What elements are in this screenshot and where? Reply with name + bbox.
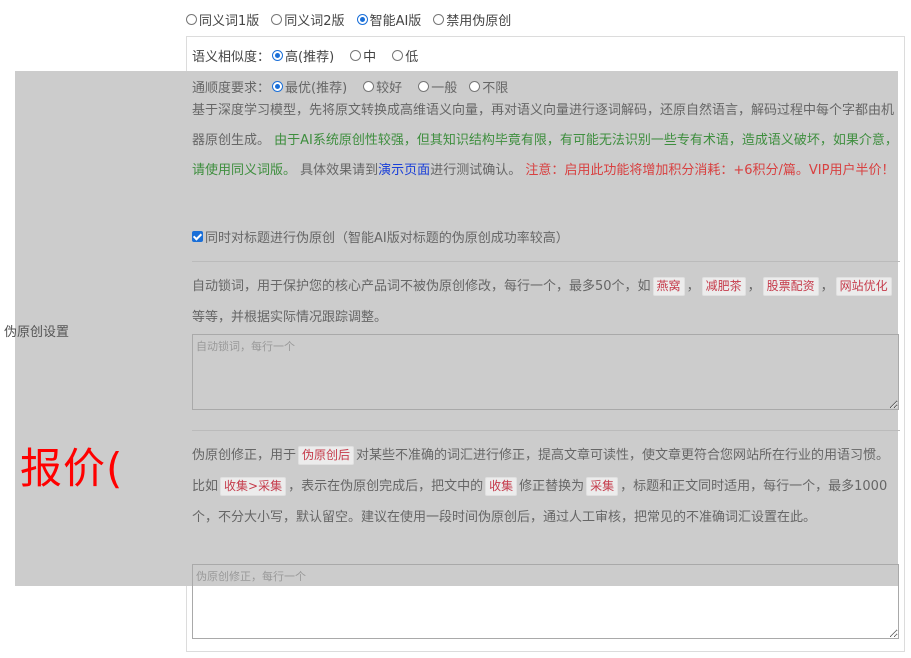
radio-icon[interactable] (363, 81, 375, 92)
radio-icon[interactable] (186, 13, 197, 25)
correction-tag: 伪原创后 (298, 446, 355, 465)
fluency-unlimited[interactable]: 不限 (469, 77, 508, 96)
similarity-option-label: 低 (405, 50, 419, 65)
title-pseudo-original-checkbox[interactable]: 同时对标题进行伪原创（智能AI版对标题的伪原创成功率较高） (192, 227, 569, 246)
desc-part3: 具体效果请到 (300, 163, 379, 178)
similarity-label: 语义相似度： (192, 50, 271, 65)
fluency-option-label: 不限 (482, 81, 509, 96)
similarity-option-label: 高(推荐) (285, 50, 335, 65)
radio-icon[interactable] (433, 13, 445, 25)
fluency-row: 通顺度要求： 最优(推荐) 较好 一般 不限 (192, 77, 900, 96)
mode-option-synonym2[interactable]: 同义词2版 (271, 10, 345, 29)
mode-option-label: 同义词2版 (284, 13, 345, 29)
lock-words-text: 自动锁词，用于保护您的核心产品词不被伪原创修改，每行一个，最多50个，如 (192, 279, 651, 294)
radio-icon[interactable] (350, 50, 362, 61)
mode-option-label: 同义词1版 (199, 13, 260, 29)
radio-checked-icon[interactable] (272, 50, 284, 61)
lock-words-description: 自动锁词，用于保护您的核心产品词不被伪原创修改，每行一个，最多50个，如 燕窝，减… (192, 271, 900, 333)
similarity-low[interactable]: 低 (392, 46, 418, 65)
overlay-red-text: 报价( (20, 444, 124, 493)
correction-description: 伪原创修正，用于 伪原创后 对某些不准确的词汇进行修正，提高文章可读性，使文章更符合… (192, 440, 900, 533)
similarity-row: 语义相似度： 高(推荐) 中 低 (192, 46, 900, 65)
divider (192, 261, 900, 262)
example-tag: 股票配资 (762, 277, 819, 296)
desc-part3-end: 进行测试确认。 (430, 163, 522, 178)
example-tag: 燕窝 (652, 277, 685, 296)
correction-tag: 收集>采集 (220, 477, 287, 496)
lock-words-textarea[interactable] (192, 334, 899, 410)
mode-option-label: 智能AI版 (369, 13, 422, 29)
mode-option-label: 禁用伪原创 (446, 13, 512, 29)
fluency-option-label: 较好 (376, 81, 403, 96)
lock-words-text-end: 等等，并根据实际情况跟踪调整。 (192, 310, 388, 325)
radio-icon[interactable] (469, 81, 481, 92)
correction-text: 伪原创修正，用于 (192, 448, 297, 463)
demo-page-link[interactable]: 演示页面 (378, 163, 430, 178)
radio-icon[interactable] (392, 50, 404, 61)
fluency-option-label: 最优(推荐) (285, 81, 348, 96)
mode-option-synonym1[interactable]: 同义词1版 (186, 10, 259, 29)
correction-textarea[interactable] (192, 564, 899, 639)
radio-checked-icon[interactable] (356, 13, 368, 25)
example-tag: 减肥茶 (701, 277, 746, 296)
correction-tag: 采集 (586, 477, 619, 496)
fluency-good[interactable]: 较好 (363, 77, 402, 96)
radio-icon[interactable] (418, 81, 430, 92)
checkbox-checked-icon[interactable] (192, 231, 203, 242)
desc-cost-notice: 注意：启用此功能将增加积分消耗：+6积分/篇。VIP用户半价！ (525, 163, 895, 178)
correction-tag: 收集 (485, 477, 518, 496)
divider (192, 430, 900, 431)
radio-checked-icon[interactable] (272, 81, 284, 92)
similarity-medium[interactable]: 中 (350, 46, 376, 65)
example-tag: 网站优化 (835, 277, 892, 296)
radio-icon[interactable] (271, 13, 283, 25)
checkbox-label: 同时对标题进行伪原创（智能AI版对标题的伪原创成功率较高） (205, 231, 569, 246)
fluency-option-label: 一般 (431, 81, 458, 96)
fluency-best[interactable]: 最优(推荐) (272, 77, 347, 96)
fluency-normal[interactable]: 一般 (418, 77, 457, 96)
ai-description: 基于深度学习模型，先将原文转换成高维语义向量，再对语义向量进行逐词解码，还原自然… (192, 96, 900, 186)
section-label: 伪原创设置 (4, 325, 70, 340)
fluency-label: 通顺度要求： (192, 81, 271, 96)
separator: ， (820, 279, 834, 294)
correction-text: ，表示在伪原创完成后，把文中的 (288, 479, 484, 494)
correction-text: 修正替换为 (519, 479, 585, 494)
separator: ， (686, 279, 700, 294)
separator: ， (747, 279, 761, 294)
similarity-high[interactable]: 高(推荐) (272, 46, 334, 65)
similarity-option-label: 中 (363, 50, 377, 65)
mode-option-disable[interactable]: 禁用伪原创 (433, 10, 511, 29)
mode-radio-group: 同义词1版 同义词2版 智能AI版 禁用伪原创 (186, 9, 511, 29)
mode-option-ai[interactable]: 智能AI版 (356, 10, 422, 29)
